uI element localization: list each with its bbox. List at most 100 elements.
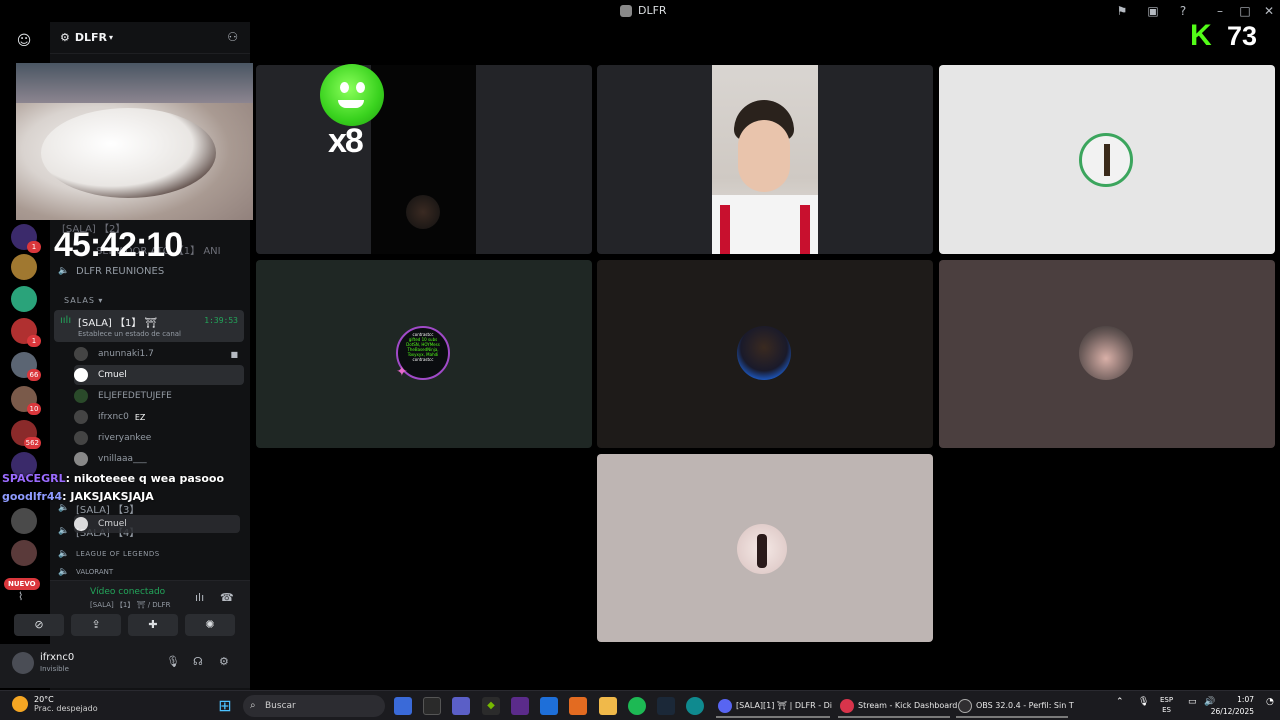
windows-start-icon[interactable]: ⊞ bbox=[216, 697, 234, 715]
add-user-icon[interactable]: ⚇ bbox=[227, 30, 238, 44]
server-icon[interactable]: 562 bbox=[11, 420, 41, 449]
user-tag: EZ bbox=[134, 412, 146, 422]
channel-label: [SALA] 【1】 ⛩ bbox=[78, 318, 158, 329]
emote-mouth bbox=[338, 100, 364, 108]
flag-icon[interactable]: ⚑ bbox=[1114, 3, 1130, 19]
screen-share-button[interactable]: ⇪ bbox=[71, 614, 121, 636]
video-tile[interactable] bbox=[597, 65, 933, 254]
weather-desc: Prac. despejado bbox=[34, 704, 98, 713]
visual-studio-icon[interactable] bbox=[511, 697, 529, 715]
voice-user[interactable]: riveryankee bbox=[74, 428, 244, 448]
tray-chevron-up-icon[interactable]: ⌃ bbox=[1116, 697, 1124, 707]
soundboard-button[interactable]: ✺ bbox=[185, 614, 235, 636]
file-explorer-icon[interactable] bbox=[599, 697, 617, 715]
task-label: [SALA][1] ⛩ | DLFR - Di bbox=[736, 701, 832, 710]
teams-icon[interactable] bbox=[452, 697, 470, 715]
minimize-icon[interactable]: – bbox=[1212, 3, 1228, 19]
taskbar-clock[interactable]: 1:07 26/12/2025 bbox=[1211, 694, 1254, 718]
input-language[interactable]: ESP ES bbox=[1160, 695, 1173, 715]
notifications-icon[interactable]: ◔ bbox=[1266, 697, 1274, 707]
settings-gear-icon: ⚙ bbox=[60, 31, 70, 44]
channel-valorant[interactable]: 🔈 VALORANT bbox=[58, 566, 246, 578]
spotify-icon[interactable] bbox=[628, 697, 646, 715]
user-name: ifrxnc0 bbox=[40, 652, 75, 663]
maximize-icon[interactable]: □ bbox=[1237, 3, 1253, 19]
voice-user[interactable]: ELJEFEDETUJEFE bbox=[74, 386, 244, 406]
settings-gear-icon[interactable]: ⚙ bbox=[219, 655, 229, 668]
headphones-icon[interactable]: ☊ bbox=[193, 655, 203, 668]
video-tile[interactable]: contrastcc gifted 10 subs DotSN, HOYMess… bbox=[256, 260, 592, 448]
voice-user[interactable]: vnillaaa___ bbox=[74, 449, 244, 469]
nvidia-icon[interactable]: ◆ bbox=[482, 697, 500, 715]
inbox-icon[interactable]: ▣ bbox=[1145, 3, 1161, 19]
avatar-text: contrastcc gifted 10 subs DotSN, HOYMess… bbox=[398, 332, 448, 362]
edge-icon[interactable] bbox=[686, 697, 704, 715]
video-tile[interactable] bbox=[597, 260, 933, 448]
voice-activity-icon: ıılı bbox=[60, 315, 72, 326]
signal-icon[interactable]: ⌇ bbox=[18, 590, 23, 603]
avatar bbox=[737, 524, 787, 574]
cat-camera-overlay bbox=[16, 63, 253, 220]
user-name: anunnaki1.7 bbox=[98, 349, 154, 359]
network-icon[interactable]: ▭ bbox=[1188, 697, 1197, 707]
video-tile[interactable] bbox=[256, 65, 592, 254]
store-icon[interactable] bbox=[423, 697, 441, 715]
server-icon[interactable]: 66 bbox=[11, 352, 41, 381]
close-icon[interactable]: ✕ bbox=[1261, 3, 1277, 19]
server-icon-best[interactable]: 1 bbox=[11, 224, 41, 253]
microphone-icon[interactable]: 🎙 bbox=[166, 655, 180, 668]
channel-lol[interactable]: 🔈 LEAGUE OF LEGENDS bbox=[58, 544, 246, 564]
voice-user[interactable]: ifrxnc0 EZ bbox=[74, 407, 244, 427]
activities-button[interactable]: ✚ bbox=[128, 614, 178, 636]
channel-status[interactable]: Establece un estado de canal bbox=[78, 330, 181, 338]
server-icon[interactable] bbox=[11, 508, 37, 534]
channel-label: [SALA] 【3】 bbox=[76, 504, 140, 516]
video-tile[interactable] bbox=[939, 65, 1275, 254]
copilot-icon[interactable] bbox=[394, 697, 412, 715]
server-icon[interactable]: 1 bbox=[11, 318, 41, 347]
noise-suppression-icon[interactable]: ılı bbox=[195, 591, 204, 604]
task-label: Stream - Kick Dashboard bbox=[858, 701, 958, 710]
voice-user[interactable]: Cmuel bbox=[74, 365, 244, 385]
help-icon[interactable]: ? bbox=[1175, 3, 1191, 19]
task-kick[interactable]: Stream - Kick Dashboard bbox=[838, 694, 957, 718]
app-icon[interactable] bbox=[569, 697, 587, 715]
camera-toggle-button[interactable]: ⊘ bbox=[14, 614, 64, 636]
channel-label: DLFR REUNIONES bbox=[76, 265, 165, 277]
discord-home-icon[interactable]: ☺ bbox=[11, 28, 37, 54]
browser-icon bbox=[840, 699, 854, 713]
server-header[interactable]: ⚙ DLFR ▾ ⚇ bbox=[50, 22, 250, 54]
channel-sala-1-active[interactable]: ıılı [SALA] 【1】 ⛩ 1:39:53 Establece un e… bbox=[54, 310, 244, 342]
weather-widget[interactable]: 20°C Prac. despejado bbox=[12, 695, 98, 713]
mail-icon[interactable] bbox=[540, 697, 558, 715]
video-tile[interactable] bbox=[939, 260, 1275, 448]
server-icon[interactable] bbox=[11, 540, 37, 566]
chat-nick: SPACEGRL bbox=[2, 472, 66, 485]
video-tile[interactable] bbox=[597, 454, 933, 642]
avatar[interactable] bbox=[12, 652, 34, 674]
voice-status: Vídeo conectado bbox=[90, 587, 166, 597]
voice-user[interactable]: anunnaki1.7 ■ bbox=[74, 344, 244, 364]
avatar bbox=[737, 326, 791, 380]
voice-channel[interactable]: [SALA] 【1】 ⛩ / DLFR bbox=[90, 600, 170, 610]
steam-icon[interactable] bbox=[657, 697, 675, 715]
task-discord[interactable]: [SALA][1] ⛩ | DLFR - Di bbox=[716, 694, 832, 718]
voice-user[interactable]: Cmuel bbox=[74, 515, 240, 533]
clock-time: 1:07 bbox=[1237, 695, 1254, 704]
category-salas[interactable]: SALAS ▾ bbox=[64, 296, 103, 305]
weather-sun-icon bbox=[12, 696, 28, 712]
user-name: Cmuel bbox=[98, 519, 127, 529]
avatar bbox=[74, 410, 88, 424]
shirt-stripe bbox=[720, 205, 730, 254]
server-icon[interactable] bbox=[11, 254, 37, 280]
task-obs[interactable]: OBS 32.0.4 - Perfil: Sin T bbox=[956, 694, 1074, 718]
task-label: OBS 32.0.4 - Perfil: Sin T bbox=[976, 701, 1074, 710]
server-icon[interactable]: 10 bbox=[11, 386, 41, 415]
blanket bbox=[16, 63, 253, 103]
microphone-tray-icon[interactable]: 🎙 bbox=[1138, 697, 1149, 707]
channel-reuniones[interactable]: 🔈 DLFR REUNIONES bbox=[58, 261, 246, 281]
disconnect-icon[interactable]: ☎ bbox=[220, 591, 234, 604]
server-icon[interactable] bbox=[11, 286, 37, 312]
taskbar-search[interactable]: ⌕ Buscar bbox=[243, 695, 385, 717]
avatar-figure bbox=[1104, 144, 1110, 176]
